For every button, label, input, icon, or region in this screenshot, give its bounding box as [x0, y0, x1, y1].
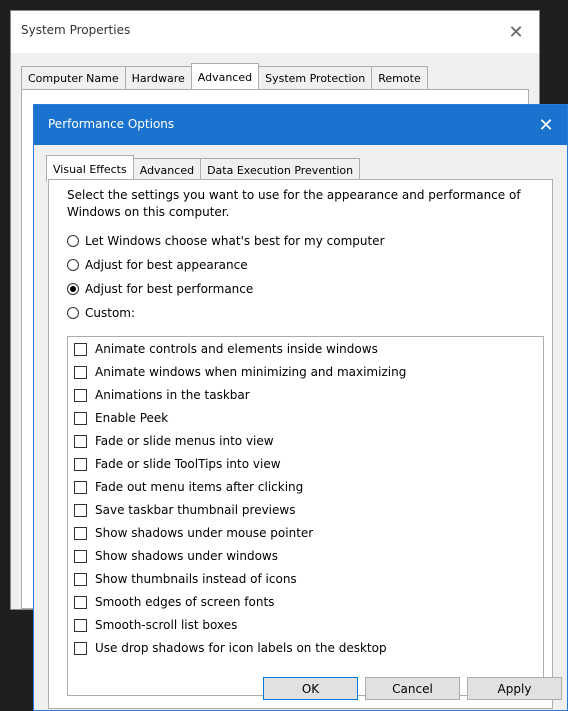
effect-label: Smooth edges of screen fonts: [95, 595, 275, 609]
effect-show-thumbnails[interactable]: Show thumbnails instead of icons: [74, 569, 297, 589]
checkbox[interactable]: [74, 457, 87, 471]
radio-button-selected[interactable]: [67, 283, 79, 295]
effect-label: Fade out menu items after clicking: [95, 480, 304, 494]
effect-enable-peek[interactable]: Enable Peek: [74, 408, 168, 428]
cancel-button[interactable]: Cancel: [365, 677, 460, 700]
checkbox[interactable]: [74, 480, 87, 494]
tab-hardware[interactable]: Hardware: [124, 66, 192, 89]
visual-effects-list[interactable]: Animate controls and elements inside win…: [67, 336, 544, 696]
performance-options-title: Performance Options: [48, 117, 175, 131]
tab-advanced[interactable]: Advanced: [190, 63, 260, 90]
effect-fade-menu-items[interactable]: Fade out menu items after clicking: [74, 477, 303, 497]
radio-button[interactable]: [67, 259, 79, 271]
close-icon[interactable]: ✕: [531, 111, 561, 139]
radio-button[interactable]: [67, 235, 79, 247]
effect-fade-tooltips[interactable]: Fade or slide ToolTips into view: [74, 454, 281, 474]
tab-advanced[interactable]: Advanced: [132, 158, 202, 181]
close-icon[interactable]: ✕: [493, 11, 539, 53]
radio-label: Let Windows choose what's best for my co…: [85, 234, 385, 248]
radio-best-appearance[interactable]: Adjust for best appearance: [67, 256, 248, 274]
checkbox[interactable]: [74, 503, 87, 517]
effect-smooth-scroll[interactable]: Smooth-scroll list boxes: [74, 615, 237, 635]
effect-label: Smooth-scroll list boxes: [95, 618, 238, 632]
radio-label: Adjust for best appearance: [85, 258, 248, 272]
checkbox[interactable]: [74, 388, 87, 402]
performance-options-dialog: Performance Options ✕ Visual Effects Adv…: [33, 104, 568, 711]
checkbox[interactable]: [74, 641, 87, 655]
tab-visual-effects[interactable]: Visual Effects: [46, 155, 134, 182]
checkbox[interactable]: [74, 549, 87, 563]
effect-label: Enable Peek: [95, 411, 169, 425]
effect-animate-windows[interactable]: Animate windows when minimizing and maxi…: [74, 362, 406, 382]
effect-pointer-shadows[interactable]: Show shadows under mouse pointer: [74, 523, 313, 543]
checkbox[interactable]: [74, 411, 87, 425]
effect-label: Show shadows under windows: [95, 549, 278, 563]
radio-label: Adjust for best performance: [85, 282, 254, 296]
effect-drop-shadows-icons[interactable]: Use drop shadows for icon labels on the …: [74, 638, 387, 658]
checkbox[interactable]: [74, 572, 87, 586]
tab-computer-name[interactable]: Computer Name: [21, 66, 126, 89]
effect-label: Save taskbar thumbnail previews: [95, 503, 296, 517]
radio-button[interactable]: [67, 307, 79, 319]
effect-label: Show thumbnails instead of icons: [95, 572, 297, 586]
system-properties-tabs: Computer Name Hardware Advanced System P…: [21, 63, 428, 90]
system-properties-titlebar: System Properties ✕: [11, 11, 539, 53]
visual-effects-panel: Select the settings you want to use for …: [48, 179, 553, 709]
ok-button[interactable]: OK: [263, 677, 358, 700]
radio-let-windows-choose[interactable]: Let Windows choose what's best for my co…: [67, 232, 385, 250]
effect-label: Show shadows under mouse pointer: [95, 526, 314, 540]
effect-label: Animate controls and elements inside win…: [95, 342, 378, 356]
performance-options-titlebar: Performance Options ✕: [34, 105, 567, 145]
radio-best-performance[interactable]: Adjust for best performance: [67, 280, 253, 298]
checkbox[interactable]: [74, 595, 87, 609]
tab-system-protection[interactable]: System Protection: [258, 66, 373, 89]
checkbox[interactable]: [74, 365, 87, 379]
description-text: Select the settings you want to use for …: [67, 188, 521, 219]
checkbox[interactable]: [74, 342, 87, 356]
radio-custom[interactable]: Custom:: [67, 304, 135, 322]
effect-label: Animate windows when minimizing and maxi…: [95, 365, 407, 379]
tab-remote[interactable]: Remote: [371, 66, 428, 89]
effect-label: Animations in the taskbar: [95, 388, 250, 402]
checkbox[interactable]: [74, 526, 87, 540]
effect-animate-controls[interactable]: Animate controls and elements inside win…: [74, 339, 378, 359]
effect-label: Fade or slide menus into view: [95, 434, 274, 448]
checkbox[interactable]: [74, 434, 87, 448]
system-properties-title: System Properties: [21, 23, 131, 37]
apply-button[interactable]: Apply: [467, 677, 562, 700]
effect-smooth-fonts[interactable]: Smooth edges of screen fonts: [74, 592, 274, 612]
effect-label: Fade or slide ToolTips into view: [95, 457, 281, 471]
radio-label: Custom:: [85, 306, 136, 320]
performance-options-tabs: Visual Effects Advanced Data Execution P…: [46, 155, 361, 182]
effect-fade-menus[interactable]: Fade or slide menus into view: [74, 431, 274, 451]
effect-taskbar-animations[interactable]: Animations in the taskbar: [74, 385, 250, 405]
checkbox[interactable]: [74, 618, 87, 632]
effect-label: Use drop shadows for icon labels on the …: [95, 641, 387, 655]
effect-save-thumbnails[interactable]: Save taskbar thumbnail previews: [74, 500, 295, 520]
tab-data-execution-prevention[interactable]: Data Execution Prevention: [200, 158, 361, 181]
effect-window-shadows[interactable]: Show shadows under windows: [74, 546, 278, 566]
